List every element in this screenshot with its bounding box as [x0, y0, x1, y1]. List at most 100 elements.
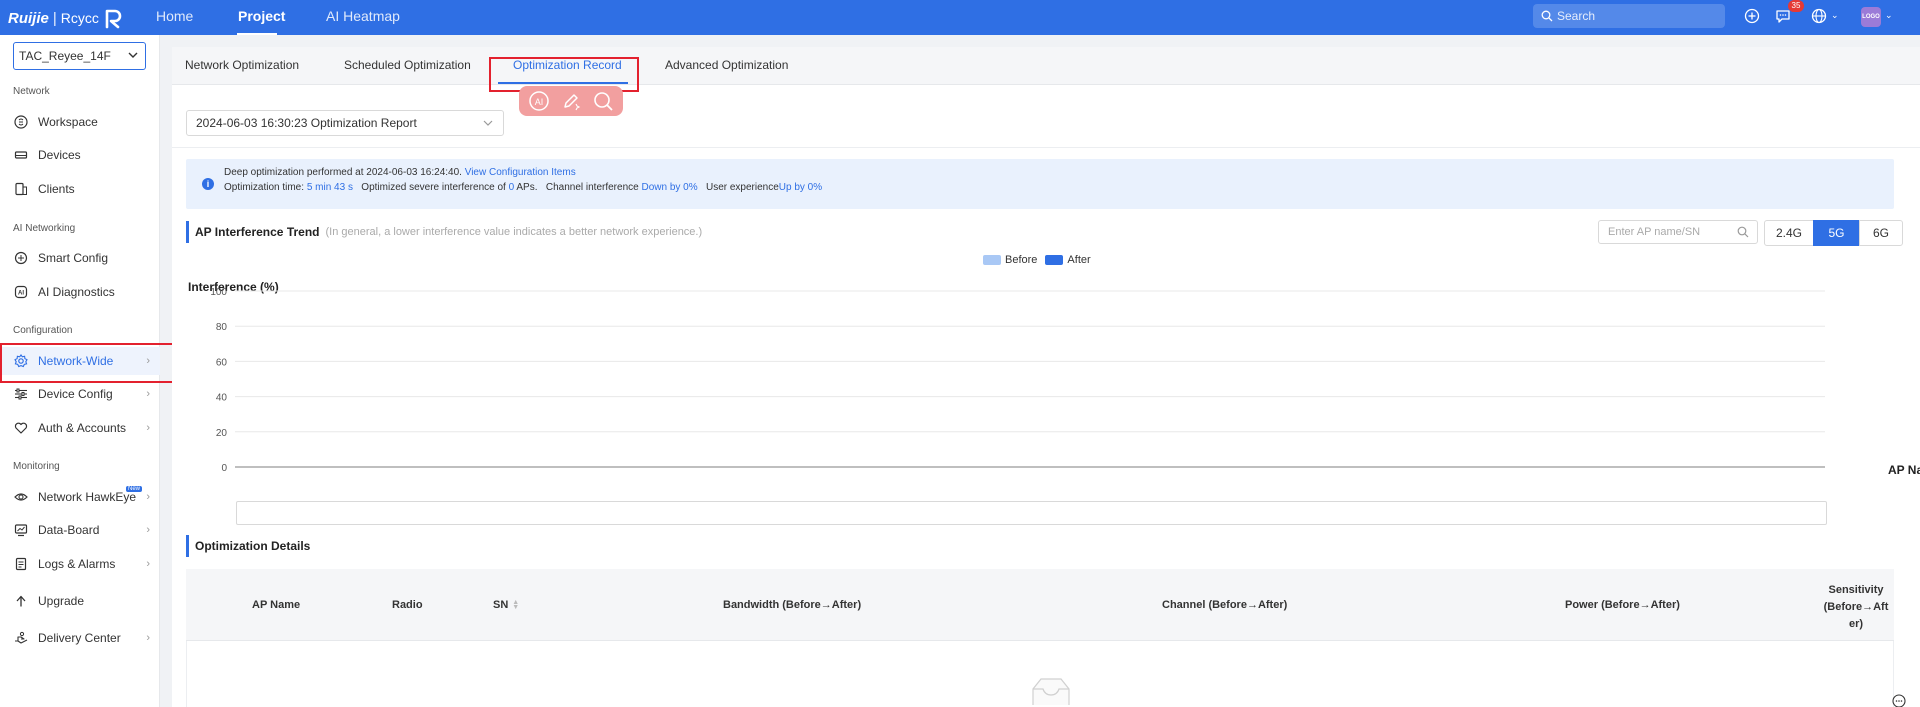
chevron-right-icon: › — [146, 388, 150, 400]
ai-icon[interactable]: AI — [525, 89, 553, 113]
y-axis-label: Interference (%) — [188, 280, 279, 294]
reyee-r-logo-icon — [105, 9, 122, 29]
y-tick-label: 100 — [210, 287, 227, 298]
search-icon — [1541, 10, 1553, 22]
nav-active-underline — [237, 33, 277, 35]
y-tick-label: 80 — [216, 322, 228, 333]
column-header-bandwidth: Bandwidth (Before→After) — [723, 599, 862, 611]
sliders-icon — [13, 386, 29, 402]
sidebar-item-logs-alarms[interactable]: Logs & Alarms › — [0, 550, 160, 578]
legend-swatch-after — [1045, 255, 1064, 265]
legend-item-after[interactable]: After — [1045, 254, 1091, 266]
optimization-tabs: Network Optimization Scheduled Optimizat… — [172, 47, 1920, 85]
sidebar-item-network-hawkeye[interactable]: Network HawkEye New › — [0, 483, 160, 511]
empty-data-icon — [1032, 678, 1070, 705]
sort-icon[interactable]: ▲ ▼ — [512, 599, 519, 611]
edit-sparkle-icon[interactable] — [557, 89, 585, 113]
sidebar-item-ai-diagnostics[interactable]: AI AI Diagnostics — [0, 278, 160, 306]
band-selector: 2.4G 5G 6G — [1764, 220, 1903, 246]
new-badge: New — [126, 486, 143, 492]
chevron-right-icon: › — [146, 632, 150, 644]
section-label-monitoring: Monitoring — [13, 461, 60, 472]
notification-count-badge: 35 — [1788, 0, 1804, 12]
optimization-info-alert: i Deep optimization performed at 2024-06… — [186, 159, 1894, 209]
info-line-2: Optimization time: 5 min 43 s Optimized … — [224, 182, 823, 193]
tab-scheduled-optimization[interactable]: Scheduled Optimization — [344, 58, 471, 72]
chart-legend: Before After — [983, 254, 1091, 266]
legend-item-before[interactable]: Before — [983, 254, 1037, 266]
info-line-1: Deep optimization performed at 2024-06-0… — [224, 167, 576, 178]
tab-active-underline — [498, 82, 628, 84]
project-select[interactable]: TAC_Reyee_14F — [13, 42, 146, 70]
devices-icon — [13, 147, 29, 163]
ai-diagnostics-icon: AI — [13, 284, 29, 300]
band-5g-button[interactable]: 5G — [1813, 220, 1860, 246]
optimization-report-select[interactable]: 2024-06-03 16:30:23 Optimization Report — [186, 110, 504, 136]
tab-optimization-record[interactable]: Optimization Record — [513, 58, 622, 72]
sidebar-item-devices[interactable]: Devices — [0, 141, 160, 169]
logs-icon — [13, 556, 29, 572]
sidebar-item-smart-config[interactable]: Smart Config — [0, 244, 160, 272]
info-icon: i — [202, 178, 214, 190]
chevron-down-icon[interactable]: ⌄ — [1831, 10, 1839, 21]
smart-config-icon — [13, 250, 29, 266]
column-header-sensitivity: Sensitivity (Before→Aft er) — [1823, 584, 1889, 630]
user-avatar[interactable]: LOGO — [1861, 7, 1881, 27]
y-tick-label: 40 — [216, 393, 228, 404]
gear-icon — [13, 353, 29, 369]
heart-shield-icon — [13, 420, 29, 436]
chevron-down-icon — [128, 52, 138, 58]
divider — [172, 147, 1920, 148]
tab-advanced-optimization[interactable]: Advanced Optimization — [665, 58, 788, 72]
ap-interference-trend-title: AP Interference Trend (In general, a low… — [186, 221, 702, 243]
nav-home[interactable]: Home — [156, 8, 193, 24]
sidebar-item-data-board[interactable]: Data-Board › — [0, 516, 160, 544]
chevron-right-icon: › — [146, 491, 150, 503]
chevron-right-icon: › — [146, 558, 150, 570]
svg-text:AI: AI — [535, 97, 544, 107]
dashboard-icon — [13, 522, 29, 538]
chevron-right-icon: › — [146, 355, 150, 367]
sidebar-item-auth-accounts[interactable]: Auth & Accounts › — [0, 414, 160, 442]
sidebar-item-delivery-center[interactable]: Delivery Center › — [0, 624, 160, 652]
y-tick-label: 20 — [216, 428, 228, 439]
feedback-chat-icon[interactable] — [1892, 694, 1906, 707]
search-icon[interactable] — [589, 89, 617, 113]
column-header-sn[interactable]: SN ▲ ▼ — [493, 599, 519, 611]
language-globe-icon[interactable] — [1808, 5, 1830, 27]
delivery-hand-icon — [13, 630, 29, 646]
ai-assistant-toolbar: AI — [519, 86, 623, 116]
optimization-details-title: Optimization Details — [186, 535, 310, 557]
band-6g-button[interactable]: 6G — [1859, 220, 1903, 246]
top-navigation-bar: Ruijie | Rcycc Home Project AI Heatmap S… — [0, 0, 1920, 35]
y-tick-label: 0 — [221, 463, 227, 474]
nav-project[interactable]: Project — [238, 8, 285, 24]
eye-icon — [13, 489, 29, 505]
chevron-right-icon: › — [146, 524, 150, 536]
section-label-network: Network — [13, 86, 50, 97]
ap-name-sn-search-input[interactable]: Enter AP name/SN — [1598, 220, 1758, 244]
sidebar-item-upgrade[interactable]: Upgrade — [0, 587, 160, 615]
chevron-right-icon: › — [146, 422, 150, 434]
add-icon[interactable] — [1741, 5, 1763, 27]
chart-zoom-scrollbar[interactable] — [236, 501, 1827, 525]
sidebar-item-clients[interactable]: Clients — [0, 175, 160, 203]
view-configuration-items-link[interactable]: View Configuration Items — [465, 167, 576, 178]
legend-swatch-before — [983, 255, 1001, 265]
band-2-4g-button[interactable]: 2.4G — [1764, 220, 1814, 246]
ruijie-logo[interactable]: Ruijie | Rcycc — [8, 7, 125, 29]
nav-ai-heatmap[interactable]: AI Heatmap — [326, 8, 400, 24]
svg-text:AI: AI — [18, 291, 24, 297]
interference-bar-chart: Interference (%) 100 80 60 40 20 0 AP Name — [188, 280, 1920, 477]
tab-network-optimization[interactable]: Network Optimization — [185, 58, 299, 72]
section-label-ai-networking: AI Networking — [13, 223, 76, 234]
details-table-header: AP Name Radio SN ▲ ▼ Bandwidth (Before→Aft… — [186, 569, 1894, 641]
sidebar-item-network-wide[interactable]: Network-Wide › — [0, 347, 160, 375]
sidebar-item-workspace[interactable]: Workspace — [0, 108, 160, 136]
sidebar-item-device-config[interactable]: Device Config › — [0, 380, 160, 408]
workspace-icon — [13, 114, 29, 130]
section-label-configuration: Configuration — [13, 325, 73, 336]
global-search-input[interactable]: Search — [1533, 4, 1725, 28]
details-table-body — [186, 641, 1894, 707]
chevron-down-icon[interactable]: ⌄ — [1885, 10, 1893, 21]
